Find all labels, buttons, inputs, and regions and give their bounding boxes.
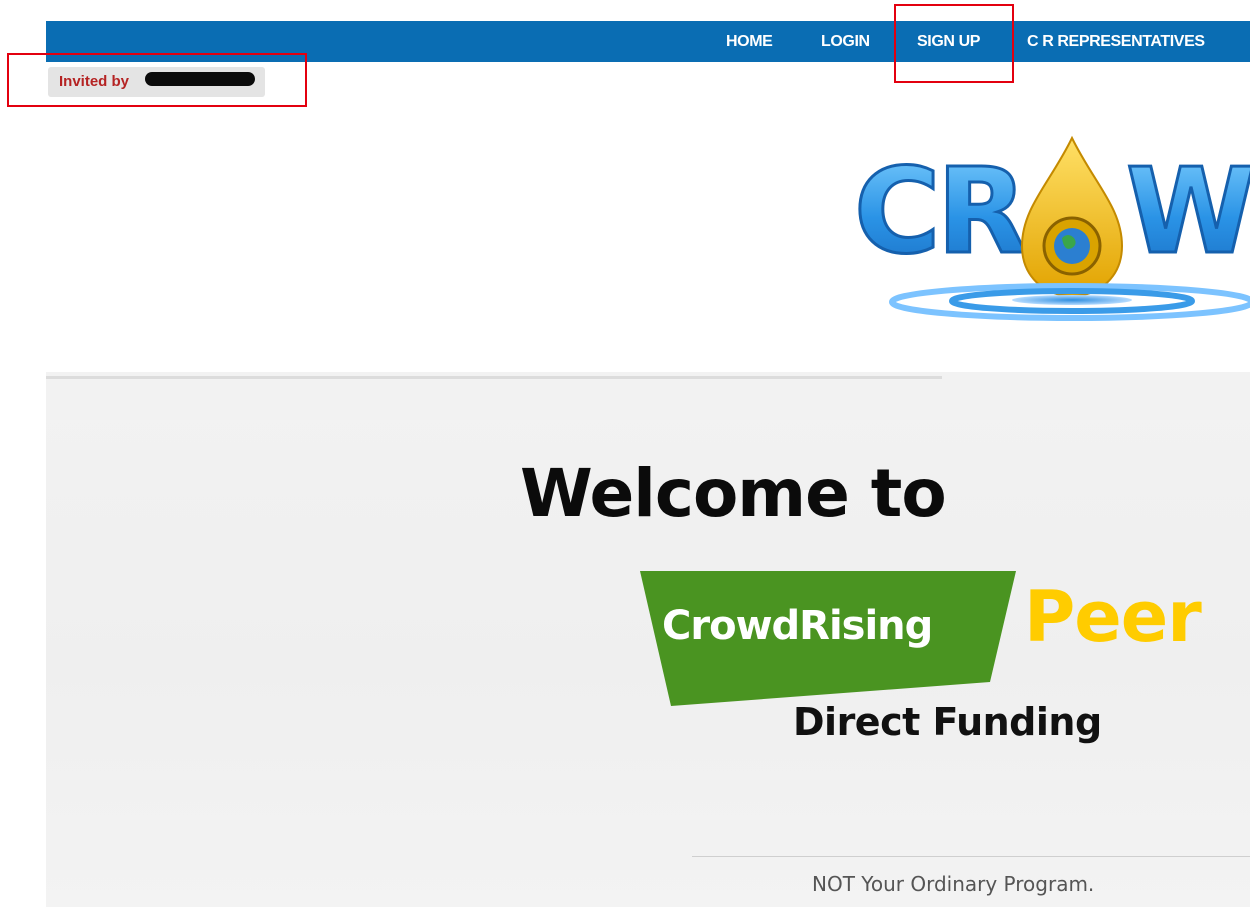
annotation-box-invited [7, 53, 307, 107]
hero-divider [46, 376, 942, 379]
nav-home-link[interactable]: HOME [726, 21, 773, 62]
tagline: NOT Your Ordinary Program. [812, 872, 1095, 896]
hero-subtitle: Direct Funding [793, 700, 1102, 744]
svg-text:CR: CR [854, 142, 1026, 280]
tagline-divider [692, 856, 1250, 857]
peer-word: Peer [1024, 576, 1202, 658]
welcome-heading: Welcome to [520, 455, 947, 532]
nav-login-link[interactable]: LOGIN [821, 21, 870, 62]
nav-cr-representatives-link[interactable]: C R REPRESENTATIVES [1027, 21, 1205, 62]
crowdrising-logo: CR WD [850, 128, 1250, 328]
brand-name: CrowdRising [662, 603, 933, 649]
svg-text:WD: WD [1126, 142, 1250, 280]
annotation-box-signup [894, 4, 1014, 83]
